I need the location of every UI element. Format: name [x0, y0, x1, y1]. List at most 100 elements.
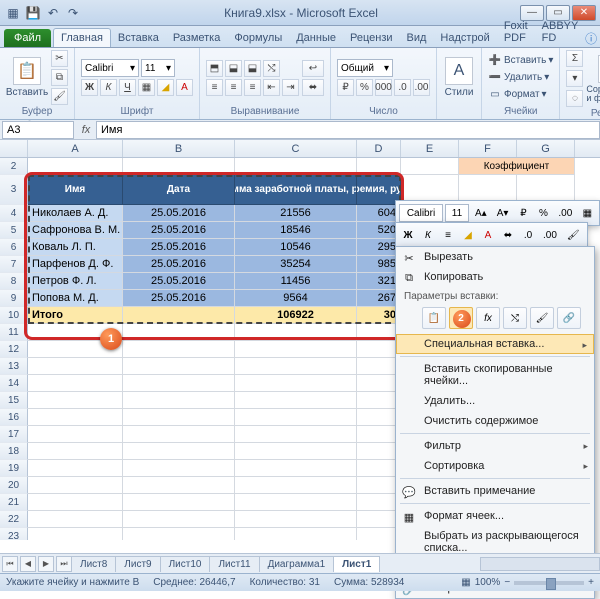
row-header[interactable]: 22 [0, 511, 28, 528]
bold-button[interactable]: Ж [81, 79, 98, 96]
sheet-tab-active[interactable]: Лист1 [333, 556, 380, 572]
row-header[interactable]: 23 [0, 528, 28, 540]
row-header[interactable]: 5 [0, 222, 28, 239]
format-painter-icon[interactable]: 🖌 [51, 88, 68, 105]
cell-name[interactable]: Петров Ф. Л. [28, 273, 123, 290]
align-left-icon[interactable]: ≡ [206, 79, 223, 96]
file-tab[interactable]: Файл [4, 29, 51, 47]
col-header-e[interactable]: E [401, 140, 459, 157]
cell[interactable] [235, 511, 357, 528]
cell[interactable] [235, 392, 357, 409]
cell[interactable] [28, 358, 123, 375]
cell[interactable] [235, 443, 357, 460]
ctx-cut[interactable]: ✂Вырезать [396, 247, 594, 267]
tab-view[interactable]: Вид [400, 29, 434, 47]
row-header[interactable]: 9 [0, 290, 28, 307]
header-sum[interactable]: Сумма заработной платы, руб. [235, 175, 357, 205]
coefficient-header[interactable]: Коэффициент [459, 158, 575, 175]
mini-grow-font-icon[interactable]: A▴ [471, 204, 491, 222]
sheet-tab[interactable]: Лист11 [209, 556, 259, 572]
font-name-combo[interactable]: Calibri▾ [81, 59, 139, 77]
cell-name[interactable]: Сафронова В. М. [28, 222, 123, 239]
sheet-nav-next-icon[interactable]: ▶ [38, 556, 54, 572]
cell-sum[interactable]: 11456 [235, 273, 357, 290]
cell[interactable] [123, 477, 235, 494]
format-cells-button[interactable]: ▭Формат ▾ [488, 88, 553, 102]
percent-icon[interactable]: % [356, 79, 373, 96]
wrap-text-icon[interactable]: ↩ [302, 60, 324, 77]
zoom-slider[interactable] [514, 581, 584, 585]
horizontal-scrollbar[interactable] [480, 557, 600, 571]
cell[interactable] [28, 443, 123, 460]
row-header[interactable]: 7 [0, 256, 28, 273]
delete-cells-button[interactable]: ➖Удалить ▾ [488, 71, 553, 85]
align-bottom-icon[interactable]: ⬓ [244, 60, 261, 77]
help-icon[interactable]: ⓘ [585, 30, 597, 47]
indent-dec-icon[interactable]: ⇤ [263, 79, 280, 96]
ctx-sort[interactable]: Сортировка▸ [396, 456, 594, 476]
formula-input[interactable]: Имя [96, 121, 600, 139]
cell[interactable] [235, 494, 357, 511]
mini-dec-dec-icon[interactable]: .00 [539, 226, 561, 244]
cell-name[interactable]: Николаев А. Д. [28, 205, 123, 222]
border-button[interactable]: ▦ [138, 79, 155, 96]
paste-button[interactable]: 📋 Вставить [6, 57, 48, 98]
cell-date[interactable]: 25.05.2016 [123, 205, 235, 222]
zoom-out-button[interactable]: − [504, 577, 510, 588]
row-header[interactable]: 18 [0, 443, 28, 460]
cell-date[interactable]: 25.05.2016 [123, 290, 235, 307]
cell[interactable] [123, 528, 235, 540]
cell-date[interactable]: 25.05.2016 [123, 239, 235, 256]
cell[interactable] [28, 477, 123, 494]
cell[interactable] [28, 460, 123, 477]
sheet-tab[interactable]: Лист9 [115, 556, 160, 572]
cell-sum[interactable]: 35254 [235, 256, 357, 273]
row-header[interactable]: 14 [0, 375, 28, 392]
cell-date[interactable]: 25.05.2016 [123, 273, 235, 290]
sort-filter-button[interactable]: ⇅ Сортировка и фильтр [586, 55, 600, 103]
cell[interactable] [123, 307, 235, 324]
sheet-nav-last-icon[interactable]: ⏭ [56, 556, 72, 572]
row-header[interactable]: 20 [0, 477, 28, 494]
cell[interactable] [28, 392, 123, 409]
cell[interactable] [123, 324, 235, 341]
number-format-combo[interactable]: Общий▾ [337, 59, 393, 77]
cell[interactable] [123, 409, 235, 426]
mini-percent-icon[interactable]: % [534, 204, 552, 222]
currency-icon[interactable]: ₽ [337, 79, 354, 96]
tab-home[interactable]: Главная [53, 28, 111, 47]
sheet-nav-prev-icon[interactable]: ◀ [20, 556, 36, 572]
cell[interactable] [123, 341, 235, 358]
col-header-b[interactable]: B [123, 140, 235, 157]
row-header[interactable]: 19 [0, 460, 28, 477]
row-header[interactable]: 2 [0, 158, 28, 175]
tab-data[interactable]: Данные [289, 29, 343, 47]
paste-option-formatting[interactable]: 🖌 [530, 307, 554, 329]
cell[interactable] [235, 460, 357, 477]
totals-label[interactable]: Итого [28, 307, 123, 324]
paste-option-link[interactable]: 🔗 [557, 307, 581, 329]
font-size-combo[interactable]: 11▾ [141, 59, 175, 77]
cell-sum[interactable]: 18546 [235, 222, 357, 239]
merge-icon[interactable]: ⬌ [302, 79, 324, 96]
row-header[interactable]: 16 [0, 409, 28, 426]
align-center-icon[interactable]: ≡ [225, 79, 242, 96]
cell[interactable] [401, 158, 459, 175]
cell[interactable] [235, 324, 357, 341]
cell[interactable] [235, 158, 357, 175]
paste-option-formulas[interactable]: fx [476, 307, 500, 329]
mini-bold-icon[interactable]: Ж [399, 226, 417, 244]
autosum-icon[interactable]: Σ [566, 50, 583, 67]
tab-abbyy[interactable]: ABBYY FD [535, 17, 586, 47]
cell-sum[interactable]: 21556 [235, 205, 357, 222]
fx-icon[interactable]: fx [76, 124, 96, 136]
align-top-icon[interactable]: ⬒ [206, 60, 223, 77]
fill-icon[interactable]: ▾ [566, 70, 583, 87]
row-header[interactable]: 3 [0, 175, 28, 205]
tab-insert[interactable]: Вставка [111, 29, 166, 47]
sheet-nav-first-icon[interactable]: ⏮ [2, 556, 18, 572]
sheet-tab[interactable]: Лист8 [71, 556, 116, 572]
redo-icon[interactable]: ↷ [64, 4, 82, 22]
ctx-insert-comment[interactable]: 💬Вставить примечание [396, 481, 594, 501]
col-header-f[interactable]: F [459, 140, 517, 157]
